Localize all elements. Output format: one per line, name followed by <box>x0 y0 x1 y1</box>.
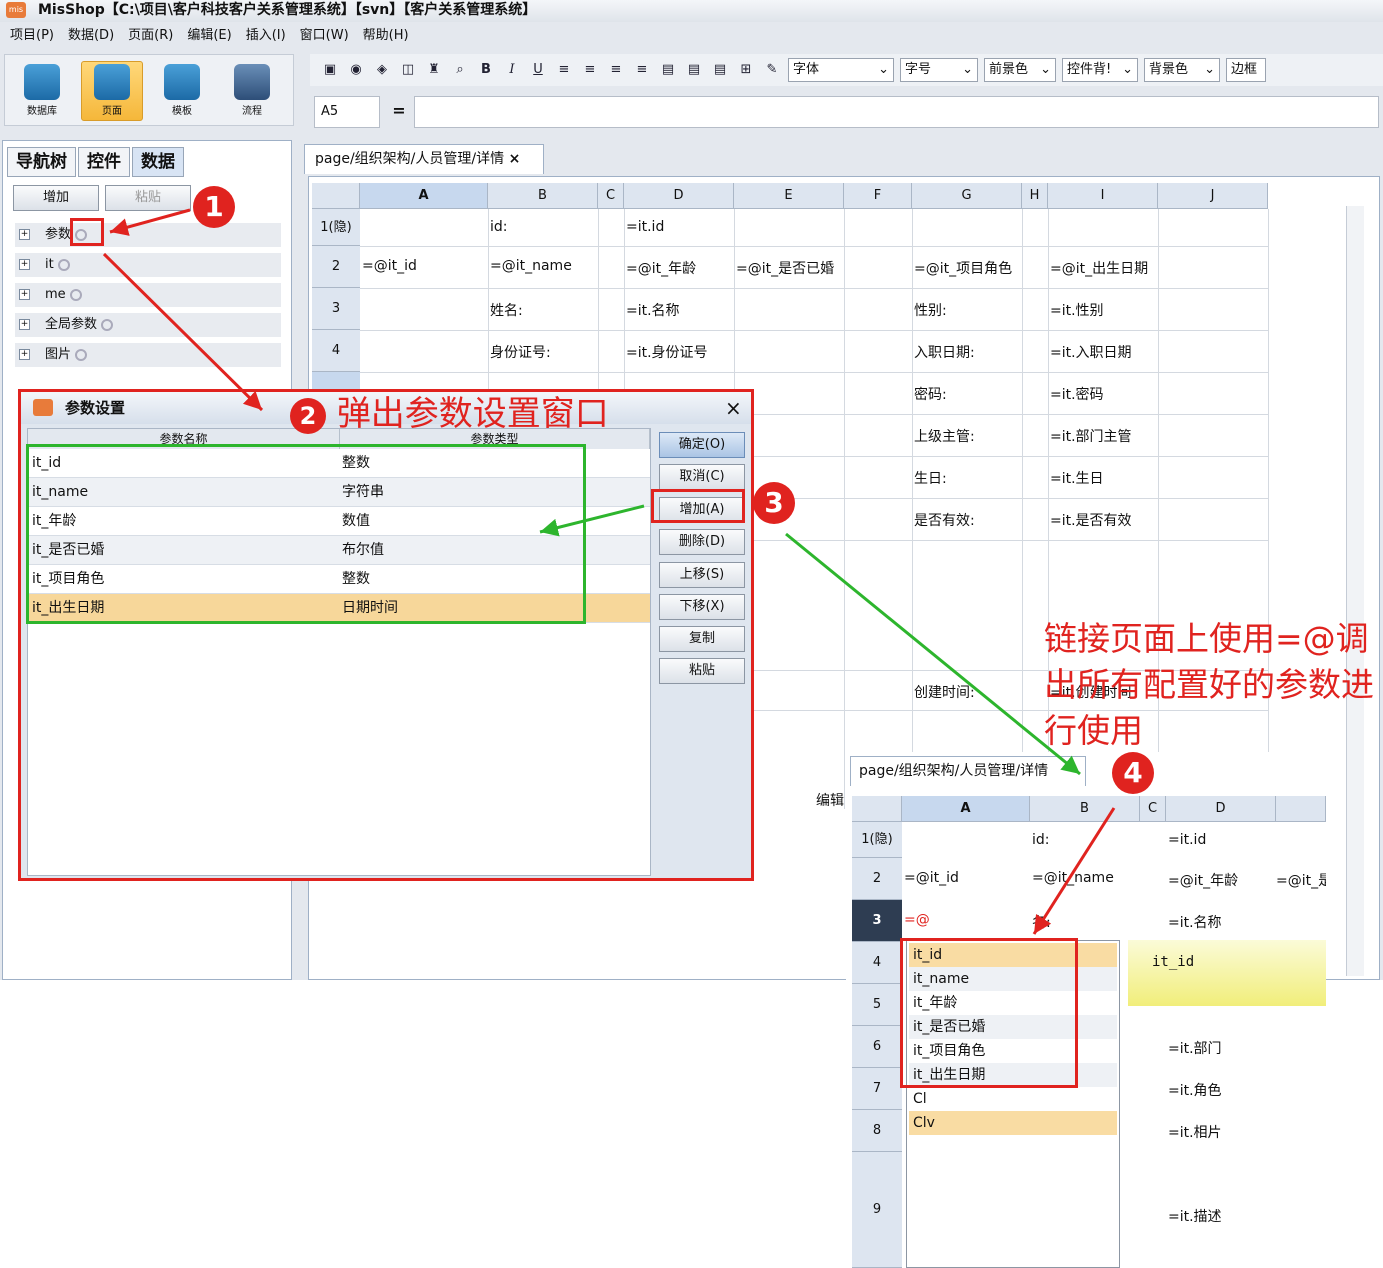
arrow-green-left <box>539 504 645 537</box>
arrow-step4 <box>1032 807 1116 935</box>
arrow-step2 <box>102 252 264 412</box>
annotation-note: 链接页面上使用=@调出所有配置好的参数进行使用 <box>1044 619 1374 750</box>
step-badge-2: 2 <box>290 397 326 434</box>
arrow-step1 <box>109 208 191 236</box>
step-badge-3: 3 <box>753 482 795 524</box>
annotation-step2: 2 弹出参数设置窗口 <box>290 386 609 435</box>
arrow-green-down <box>785 532 1081 776</box>
step-badge-1: 1 <box>193 186 235 228</box>
step-badge-4: 4 <box>1112 752 1154 794</box>
